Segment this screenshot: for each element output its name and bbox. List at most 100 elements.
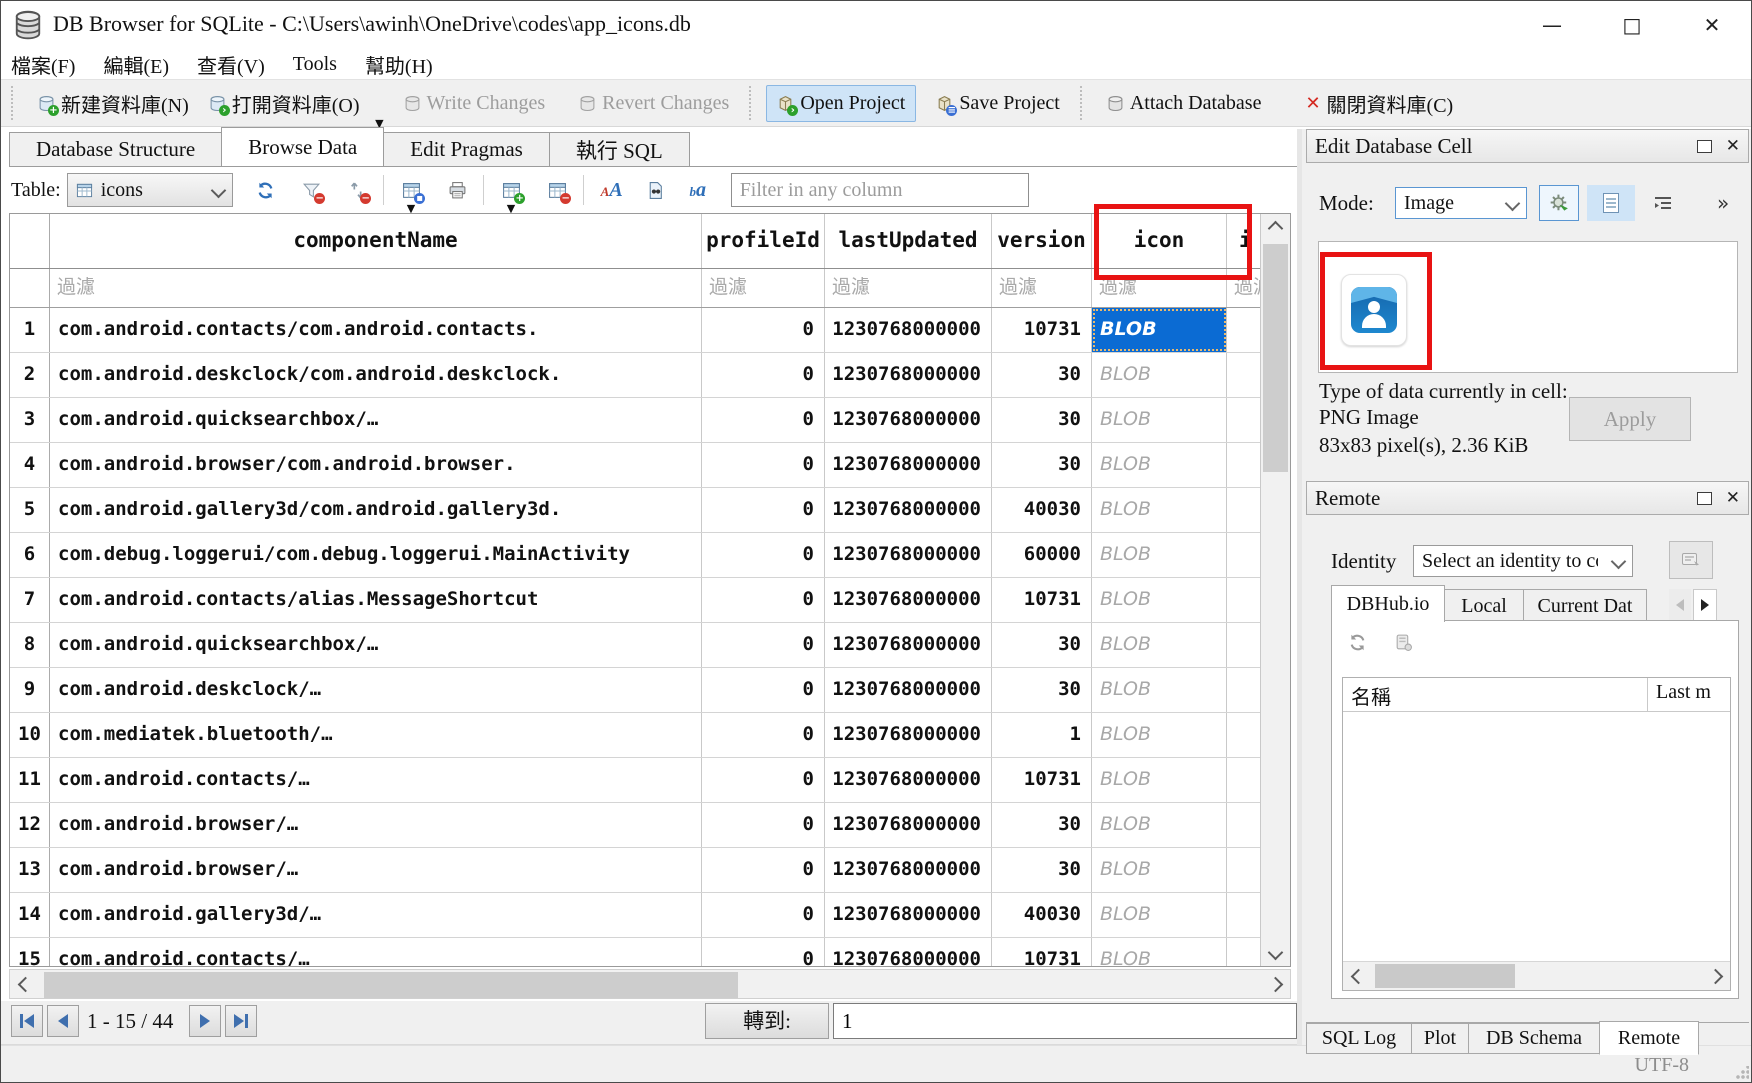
toolbar-overflow-chevron[interactable]: » [1717, 191, 1727, 215]
cell-version[interactable]: 30 [992, 353, 1092, 397]
cell-profileId[interactable]: 0 [702, 578, 825, 622]
cell-profileId[interactable]: 0 [702, 713, 825, 757]
cell-lastUpdated[interactable]: 1230768000000 [825, 488, 992, 532]
scroll-left-button[interactable] [10, 970, 40, 998]
first-page-button[interactable] [11, 1005, 43, 1037]
tab-database-structure[interactable]: Database Structure [9, 132, 222, 166]
open-project-button[interactable]: › Open Project [766, 85, 916, 122]
cell-version[interactable]: 30 [992, 803, 1092, 847]
cell-lastUpdated[interactable]: 1230768000000 [825, 668, 992, 712]
float-panel-icon[interactable] [1697, 140, 1712, 153]
float-panel-icon[interactable] [1697, 492, 1712, 505]
cell-lastUpdated[interactable]: 1230768000000 [825, 398, 992, 442]
column-header-version[interactable]: version [992, 214, 1092, 268]
remote-database-list[interactable]: 名稱 Last m [1342, 677, 1731, 991]
cell-version[interactable]: 30 [992, 398, 1092, 442]
horizontal-scrollbar[interactable] [9, 969, 1291, 999]
close-panel-icon[interactable]: ✕ [1726, 136, 1740, 156]
remote-tab-dbhub[interactable]: DBHub.io [1331, 585, 1445, 622]
remote-tab-current-database[interactable]: Current Dat [1523, 589, 1647, 622]
dock-tab-db-schema[interactable]: DB Schema [1468, 1023, 1600, 1054]
cell-lastUpdated[interactable]: 1230768000000 [825, 938, 992, 967]
list-column-last-modified[interactable]: Last m [1648, 678, 1719, 711]
cell-icon-blob[interactable]: BLOB [1092, 533, 1227, 577]
cell-componentName[interactable]: com.android.contacts/com.android.contact… [50, 308, 702, 352]
insert-record-button[interactable]: + ▼ [495, 173, 529, 207]
clear-filters-button[interactable]: − [295, 173, 329, 207]
cell-icon-blob[interactable]: BLOB [1092, 848, 1227, 892]
cell-version[interactable]: 30 [992, 443, 1092, 487]
cell-icon-blob[interactable]: BLOB [1092, 488, 1227, 532]
cell-componentName[interactable]: com.android.gallery3d/com.android.galler… [50, 488, 702, 532]
list-column-name[interactable]: 名稱 [1343, 678, 1648, 711]
close-panel-icon[interactable]: ✕ [1726, 488, 1740, 508]
scroll-right-button[interactable] [1700, 962, 1730, 990]
cell-componentName[interactable]: com.android.deskclock/com.android.deskcl… [50, 353, 702, 397]
column-header-profileId[interactable]: profileId [702, 214, 825, 268]
cell-profileId[interactable]: 0 [702, 533, 825, 577]
cell-componentName[interactable]: com.android.deskclock/… [50, 668, 702, 712]
mode-select[interactable]: Image [1395, 187, 1527, 219]
cell-icon-blob[interactable]: BLOB [1092, 353, 1227, 397]
delete-record-button[interactable]: − [541, 173, 575, 207]
filter-lastUpdated[interactable]: 過濾 [825, 269, 992, 307]
cell-lastUpdated[interactable]: 1230768000000 [825, 893, 992, 937]
table-select[interactable]: icons [67, 173, 233, 207]
cell-profileId[interactable]: 0 [702, 353, 825, 397]
cell-lastUpdated[interactable]: 1230768000000 [825, 758, 992, 802]
minimize-button[interactable]: — [1529, 9, 1575, 41]
column-header-icon[interactable]: icon [1092, 214, 1227, 268]
scroll-left-button[interactable] [1343, 962, 1373, 990]
cell-lastUpdated[interactable]: 1230768000000 [825, 803, 992, 847]
next-page-button[interactable] [189, 1005, 221, 1037]
cell-icon-blob[interactable]: BLOB [1092, 938, 1227, 967]
filter-input[interactable] [731, 173, 1029, 207]
vertical-scroll-thumb[interactable] [1263, 244, 1288, 472]
cell-lastUpdated[interactable]: 1230768000000 [825, 848, 992, 892]
cell-componentName[interactable]: com.android.contacts/… [50, 938, 702, 967]
filter-icon[interactable]: 過濾 [1092, 269, 1227, 307]
horizontal-scroll-thumb[interactable] [44, 972, 738, 998]
remote-refresh-button[interactable] [1348, 633, 1367, 657]
tab-scroll-right-button[interactable] [1693, 589, 1717, 621]
cell-icon-blob[interactable]: BLOB [1092, 578, 1227, 622]
cell-profileId[interactable]: 0 [702, 308, 825, 352]
cell-icon-blob[interactable]: BLOB [1092, 668, 1227, 712]
maximize-button[interactable]: □ [1609, 9, 1655, 41]
cell-version[interactable]: 10731 [992, 938, 1092, 967]
cell-profileId[interactable]: 0 [702, 848, 825, 892]
new-database-button[interactable]: + 新建資料庫(N) [28, 83, 199, 124]
tab-execute-sql[interactable]: 執行 SQL [549, 132, 690, 166]
close-database-button[interactable]: ✕ 關閉資料庫(C) [1295, 83, 1463, 124]
refresh-button[interactable] [249, 173, 283, 207]
dock-tab-sql-log[interactable]: SQL Log [1306, 1023, 1412, 1054]
word-wrap-button[interactable] [1643, 187, 1683, 219]
condensed-format-button[interactable]: ba [681, 173, 715, 207]
column-header-componentName[interactable]: componentName [50, 214, 702, 268]
cell-version[interactable]: 30 [992, 848, 1092, 892]
cell-icon-blob[interactable]: BLOB [1092, 893, 1227, 937]
print-button[interactable] [441, 173, 475, 207]
tab-browse-data[interactable]: Browse Data [221, 127, 384, 166]
cell-componentName[interactable]: com.android.browser/… [50, 803, 702, 847]
attach-database-button[interactable]: Attach Database [1097, 86, 1272, 121]
goto-button[interactable]: 轉到: [705, 1003, 829, 1039]
cell-version[interactable]: 10731 [992, 578, 1092, 622]
cell-componentName[interactable]: com.android.contacts/… [50, 758, 702, 802]
filter-clipped[interactable]: 過濾 [1227, 269, 1262, 307]
cell-icon-blob[interactable]: BLOB [1092, 443, 1227, 487]
cell-profileId[interactable]: 0 [702, 488, 825, 532]
cell-lastUpdated[interactable]: 1230768000000 [825, 443, 992, 487]
cell-lastUpdated[interactable]: 1230768000000 [825, 578, 992, 622]
filter-componentName[interactable]: 過濾 [50, 269, 702, 307]
text-mode-button[interactable] [1587, 185, 1635, 221]
scroll-right-button[interactable] [1260, 970, 1290, 998]
cell-componentName[interactable]: com.android.contacts/alias.MessageShortc… [50, 578, 702, 622]
cell-componentName[interactable]: com.debug.loggerui/com.debug.loggerui.Ma… [50, 533, 702, 577]
previous-page-button[interactable] [47, 1005, 79, 1037]
menu-tools[interactable]: Tools [293, 53, 337, 76]
last-page-button[interactable] [225, 1005, 257, 1037]
cell-icon-blob[interactable]: BLOB [1092, 713, 1227, 757]
cell-profileId[interactable]: 0 [702, 938, 825, 967]
cell-version[interactable]: 40030 [992, 488, 1092, 532]
